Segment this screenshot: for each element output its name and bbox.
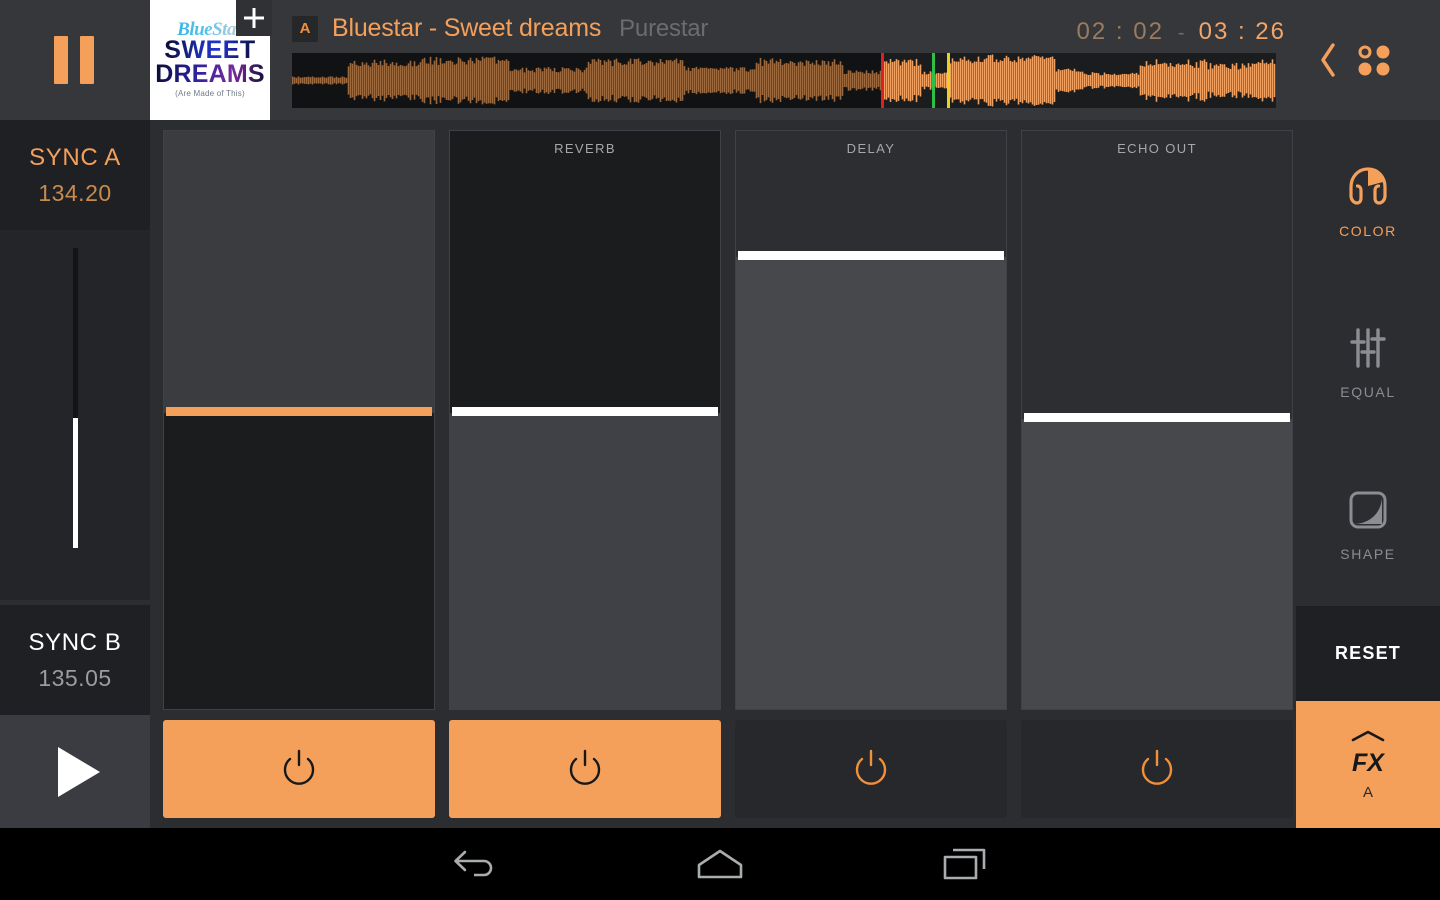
slider-1-power-button[interactable] <box>163 720 435 818</box>
back-button[interactable] <box>1308 38 1348 82</box>
slider-reverb[interactable]: REVERB <box>449 130 721 710</box>
slider-echo-out-lower-region <box>1022 419 1292 709</box>
pause-button[interactable] <box>0 0 148 120</box>
slider-reverb-lower-region <box>450 413 720 709</box>
sync-a-label: SYNC A <box>29 143 121 171</box>
crossfader-track-upper <box>73 248 78 418</box>
android-back-icon <box>454 850 493 877</box>
slider-echo-out-upper-region <box>1022 131 1292 421</box>
album-art-line4: (Are Made of This) <box>175 89 245 99</box>
slider-echo-out-handle[interactable] <box>1024 413 1290 422</box>
album-art-line2: SWEET <box>164 35 256 64</box>
slider-reverb-upper-region <box>450 131 720 415</box>
shape-curve-icon <box>1349 491 1387 529</box>
crossfader[interactable] <box>0 230 150 693</box>
fx-equal-label: EQUAL <box>1340 384 1396 400</box>
fx-shape-button[interactable]: SHAPE <box>1296 444 1440 606</box>
power-icon <box>855 749 887 785</box>
slider-reverb-power-button[interactable] <box>449 720 721 818</box>
color-headphone-icon <box>1349 167 1387 205</box>
pause-icon-bar-left <box>54 36 68 84</box>
sync-b-label: SYNC B <box>28 628 122 656</box>
time-display: 02 : 02 - 03 : 26 <box>1077 18 1286 46</box>
add-track-button[interactable] <box>236 0 272 36</box>
fx-color-button[interactable]: COLOR <box>1296 120 1440 282</box>
fx-panel-deck: A <box>1362 783 1373 801</box>
power-icon <box>569 749 601 785</box>
plus-icon <box>244 8 264 28</box>
chevron-left-icon <box>1321 43 1335 77</box>
slider-delay-label: DELAY <box>846 141 896 156</box>
slider-delay-handle[interactable] <box>738 251 1004 260</box>
sync-b-bpm: 135.05 <box>38 664 112 691</box>
album-art-line3: DREAMS <box>155 59 265 88</box>
deck-badge: A <box>292 15 318 42</box>
slider-delay-lower-region <box>736 257 1006 709</box>
slider-1-track[interactable] <box>163 130 435 710</box>
slider-reverb-handle[interactable] <box>452 407 718 416</box>
slider-1-lower-region <box>164 413 434 709</box>
equalizer-icon <box>1350 328 1386 368</box>
sync-a-bpm: 134.20 <box>38 179 112 206</box>
power-icon <box>1141 749 1173 785</box>
track-artist: Purestar <box>619 14 709 42</box>
grid-dots-icon[interactable] <box>1354 40 1394 80</box>
fx-panel-label: FX <box>1352 748 1384 777</box>
fx-reset-button[interactable]: RESET <box>1296 606 1440 701</box>
slider-delay-power-button[interactable] <box>735 720 1007 818</box>
play-button[interactable] <box>0 715 150 828</box>
track-title-row: A Bluestar - Sweet dreams Purestar <box>292 14 708 43</box>
waveform-display[interactable] <box>292 53 1276 108</box>
slider-delay-track[interactable]: DELAY <box>735 130 1007 710</box>
android-navigation-bar <box>0 828 1440 900</box>
slider-1-upper-region <box>164 131 434 415</box>
waveform-cue-green[interactable] <box>931 53 935 108</box>
sync-a-button[interactable]: SYNC A 134.20 <box>0 120 150 230</box>
waveform-cue-yellow[interactable] <box>947 53 951 108</box>
time-elapsed: 02 : 02 <box>1076 18 1164 45</box>
fx-color-label: COLOR <box>1339 223 1397 239</box>
time-separator: - <box>1177 22 1185 44</box>
dj-app-screen: BlueStar SWEET DREAMS (Are Made of This)… <box>0 0 1440 900</box>
android-back-button[interactable] <box>415 828 535 900</box>
fx-mode-column: COLOR EQUAL SHAPE RESET FX A <box>1296 120 1440 828</box>
sync-b-button[interactable]: SYNC B 135.05 <box>0 605 150 715</box>
fx-slider-area: REVERB DELAY ECHO OUT <box>150 120 1296 828</box>
fx-reset-label: RESET <box>1334 643 1401 663</box>
slider-echo-out-power-button[interactable] <box>1021 720 1293 818</box>
power-icon <box>283 749 315 785</box>
crossfader-track-lower <box>73 418 78 548</box>
android-recents-button[interactable] <box>905 828 1025 900</box>
waveform-playhead[interactable] <box>881 53 885 108</box>
play-icon <box>58 746 100 797</box>
slider-reverb-label: REVERB <box>554 141 616 156</box>
header-bar: BlueStar SWEET DREAMS (Are Made of This)… <box>0 0 1440 120</box>
slider-1-handle[interactable] <box>166 407 432 416</box>
waveform-svg <box>292 54 1276 107</box>
chevron-up-icon <box>1351 730 1385 741</box>
android-recents-icon <box>943 848 986 880</box>
android-home-button[interactable] <box>660 828 780 900</box>
header-right-controls <box>1296 0 1440 120</box>
slider-1[interactable] <box>163 130 435 710</box>
fx-shape-label: SHAPE <box>1340 546 1396 562</box>
fx-panel-toggle[interactable]: FX A <box>1296 701 1440 828</box>
slider-echo-out-track[interactable]: ECHO OUT <box>1021 130 1293 710</box>
android-home-icon <box>697 849 743 879</box>
fx-equal-button[interactable]: EQUAL <box>1296 282 1440 444</box>
time-total: 03 : 26 <box>1198 18 1286 45</box>
slider-echo-out-label: ECHO OUT <box>1117 141 1197 156</box>
slider-delay[interactable]: DELAY <box>735 130 1007 710</box>
slider-reverb-track[interactable]: REVERB <box>449 130 721 710</box>
left-sync-column: SYNC A 134.20 SYNC B 135.05 <box>0 120 150 828</box>
track-title[interactable]: Bluestar - Sweet dreams <box>332 14 601 43</box>
slider-echo-out[interactable]: ECHO OUT <box>1021 130 1293 710</box>
pause-icon-bar-right <box>80 36 94 84</box>
